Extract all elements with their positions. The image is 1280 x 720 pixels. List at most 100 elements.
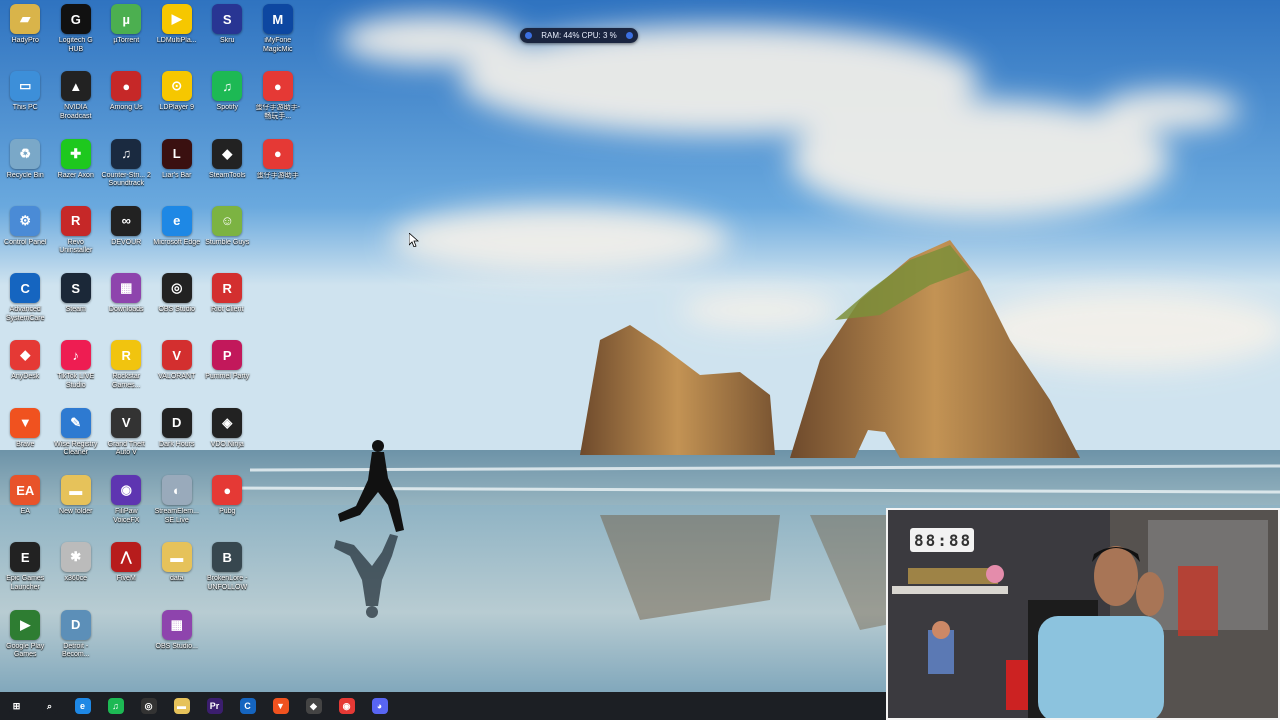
desktop-icon[interactable]: ▦ OBS Studio...	[152, 606, 203, 673]
desktop-icon[interactable]: e Microsoft Edge	[152, 202, 203, 269]
desktop-icon[interactable]: ● Pubg	[202, 471, 253, 538]
taskbar-spotify-button[interactable]: ♫	[99, 692, 132, 720]
desktop-icon[interactable]: ◆ SteamTools	[202, 135, 253, 202]
app-icon: ●	[262, 71, 293, 102]
app-icon: ♪	[60, 340, 91, 371]
desktop-icon[interactable]: ✚ Razer Axon	[51, 135, 102, 202]
desktop-icon[interactable]: L Liar's Bar	[152, 135, 203, 202]
app-icon: B	[212, 542, 243, 573]
desktop-icon-label: VALORANT	[158, 373, 196, 381]
desktop-icon[interactable]: ⚙ Control Panel	[0, 202, 51, 269]
desktop-icon-label: Grand Theft Auto V	[107, 440, 145, 457]
app-icon: ◎	[161, 273, 192, 304]
desktop-icon[interactable]: V Grand Theft Auto V	[101, 404, 152, 471]
desktop-icon[interactable]: C Advanced SystemCare	[0, 269, 51, 336]
desktop-icon-label: DEVOUR	[111, 238, 142, 246]
desktop-icon[interactable]: ♻ Recycle Bin	[0, 135, 51, 202]
explorer-icon: ▬	[173, 698, 190, 714]
desktop-icon[interactable]: ◐ StreamElem... SE.Live	[152, 471, 203, 538]
premiere-icon: Pr	[206, 698, 223, 714]
desktop-icon-label: This PC	[12, 104, 38, 112]
desktop-icon[interactable]: ▬ data	[152, 538, 203, 605]
desktop-icon[interactable]: S Skru	[202, 0, 253, 67]
desktop-icon[interactable]: ♪ TikTok LIVE Studio	[51, 336, 102, 403]
desktop-icon-label: Spotify	[216, 104, 238, 112]
perf-monitor-widget[interactable]: RAM: 44% CPU: 3 %	[520, 28, 638, 43]
desktop-icon[interactable]: V VALORANT	[152, 336, 203, 403]
perf-monitor-text: RAM: 44% CPU: 3 %	[541, 31, 617, 40]
desktop-icon[interactable]: µ µTorrent	[101, 0, 152, 67]
desktop-icon-label: Dark Hours	[159, 440, 195, 448]
desktop-icon[interactable]: ✎ Wise Registry Cleaner	[51, 404, 102, 471]
app-icon: ▰	[10, 4, 41, 34]
desktop-icon[interactable]: ✱ x360ce	[51, 538, 102, 605]
mouse-cursor-icon	[409, 233, 419, 247]
app-icon: D	[60, 609, 91, 640]
taskbar-steamtools-button[interactable]: ◆	[297, 692, 330, 720]
app-icon: E	[10, 542, 41, 573]
desktop-icon[interactable]: ♫ Spotify	[202, 67, 253, 134]
desktop-icon[interactable]: ▬ New folder	[51, 471, 102, 538]
desktop-icon[interactable]: ▭ This PC	[0, 67, 51, 134]
desktop-icon[interactable]: EA EA	[0, 471, 51, 538]
desktop-icon[interactable]: D Detroit - Becom...	[51, 606, 102, 673]
desktop-icon-label: 蛋仔手游助手	[256, 171, 299, 179]
taskbar-chrome-button[interactable]: ◉	[330, 692, 363, 720]
desktop-icon[interactable]: MiMyFone MagicMic	[253, 0, 304, 67]
desktop-icon[interactable]: ◆ AnyDesk	[0, 336, 51, 403]
taskbar-search-button[interactable]: ⌕	[33, 692, 66, 720]
desktop-icon[interactable]: ● Among Us	[101, 67, 152, 134]
app-icon: R	[212, 273, 243, 304]
desktop-icon[interactable]: ▦ Downloads	[101, 269, 152, 336]
app-icon: S	[60, 273, 91, 304]
desktop-icon[interactable]: ♫ Counter-Stri... 2 Soundtrack	[101, 135, 152, 202]
webcam-overlay: 88:88	[886, 508, 1280, 720]
taskbar-start-button[interactable]: ⊞	[0, 692, 33, 720]
desktop-icon[interactable]: ▶ LDMultiPla...	[152, 0, 203, 67]
desktop-icon[interactable]: R Rockstar Games...	[101, 336, 152, 403]
desktop-icon[interactable]: ▰ HadyPro	[0, 0, 51, 67]
desktop-icon[interactable]: ▶ Google Play Games	[0, 606, 51, 673]
app-icon: R	[111, 340, 142, 371]
advanced-systemcare-icon: C	[239, 698, 256, 714]
desktop-icon[interactable]: B BrokenLore - UNFOLLOW	[202, 538, 253, 605]
start-icon: ⊞	[8, 698, 25, 714]
desktop-icon[interactable]: ◎ OBS Studio	[152, 269, 203, 336]
taskbar-edge-button[interactable]: e	[66, 692, 99, 720]
desktop-icon[interactable]: ● 蛋仔手游助手	[253, 135, 304, 202]
taskbar-brave-button[interactable]: ▼	[264, 692, 297, 720]
desktop-icon[interactable]: P Pummel Party	[202, 336, 253, 403]
desktop-icon[interactable]: ▼ Brave	[0, 404, 51, 471]
desktop-icon[interactable]: E Epic Games Launcher	[0, 538, 51, 605]
taskbar-discord-button[interactable]: ◕	[363, 692, 396, 720]
desktop-icon-label: Skru	[220, 37, 235, 44]
desktop-icon[interactable]: G Logitech G HUB	[51, 0, 102, 67]
desktop-icon[interactable]: ☺ Stumble Guys	[202, 202, 253, 269]
desktop-icon[interactable]: ⊙ LDPlayer 9	[152, 67, 203, 134]
app-icon: R	[60, 205, 91, 236]
desktop-icon[interactable]: ▲ NVIDIA Broadcast	[51, 67, 102, 134]
desktop-icon[interactable]: ⋀ FiveM	[101, 538, 152, 605]
desktop-icon[interactable]: R Revo Uninstaller	[51, 202, 102, 269]
desktop-icon-label: Microsoft Edge	[153, 238, 201, 246]
taskbar-premiere-button[interactable]: Pr	[198, 692, 231, 720]
taskbar-advanced-systemcare-button[interactable]: C	[231, 692, 264, 720]
desktop-icon[interactable]: S Steam	[51, 269, 102, 336]
desktop-icon[interactable]: D Dark Hours	[152, 404, 203, 471]
desktop-icon[interactable]: ◈ VDO.Ninja	[202, 404, 253, 471]
desktop-icon[interactable]: ◉ FiliPaw VoiceFX	[101, 471, 152, 538]
desktop-icon-label: VDO.Ninja	[210, 440, 244, 448]
taskbar-obs-button[interactable]: ◎	[132, 692, 165, 720]
desktop-icon-label: Among Us	[109, 104, 143, 112]
desktop-icon-label: Google Play Games	[6, 642, 45, 659]
app-icon: ▦	[161, 609, 192, 640]
desktop-icon[interactable]: ∞ DEVOUR	[101, 202, 152, 269]
desktop-icon[interactable]: ● 蛋仔手游助手-畅玩手...	[253, 67, 304, 134]
desktop-icon-label: Recycle Bin	[6, 171, 44, 179]
taskbar-explorer-button[interactable]: ▬	[165, 692, 198, 720]
desktop-icon-label: Epic Games Launcher	[6, 575, 45, 591]
app-icon: ♻	[10, 138, 41, 169]
app-icon: ◆	[10, 340, 41, 371]
desktop-icon-label: Detroit - Becom...	[61, 642, 90, 659]
desktop-icon[interactable]: R Riot Client	[202, 269, 253, 336]
